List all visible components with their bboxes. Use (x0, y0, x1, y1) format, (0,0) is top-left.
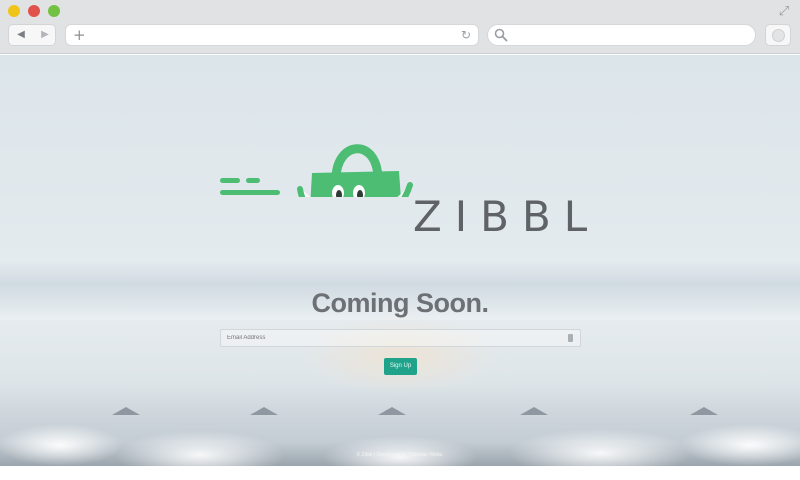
close-window-button[interactable] (28, 5, 40, 17)
browser-toolbar: ⤢ ◀ ▶ + ↻ (0, 0, 800, 54)
speed-line-icon (220, 178, 240, 183)
sun-glow (300, 315, 500, 395)
mountain-peak (378, 407, 406, 415)
plus-icon[interactable]: + (73, 25, 86, 45)
profile-button[interactable] (765, 24, 791, 46)
profile-icon (772, 29, 785, 42)
navigation-buttons: ◀ ▶ (8, 24, 56, 46)
mountain-peak (112, 407, 140, 415)
zoom-window-button[interactable] (48, 5, 60, 17)
minimize-window-button[interactable] (8, 5, 20, 17)
mountain-peak (690, 407, 718, 415)
address-bar[interactable]: + ↻ (65, 24, 479, 46)
speed-line-icon (220, 190, 280, 195)
forward-arrow-icon[interactable]: ▶ (33, 25, 57, 45)
browser-window: ⤢ ◀ ▶ + ↻ ZIBBL Coming Soon. Email Addre… (0, 0, 800, 480)
search-icon (494, 28, 508, 42)
back-arrow-icon[interactable]: ◀ (9, 25, 33, 45)
field-icon (568, 334, 573, 342)
browser-search-field[interactable] (487, 24, 756, 46)
footer-credit: © Zibbl | Developed by Talisman Webs. (356, 452, 444, 458)
mountain-peak (520, 407, 548, 415)
page-title: Coming Soon. (311, 288, 489, 318)
mountain-peak (250, 407, 278, 415)
sign-up-button[interactable]: Sign Up (384, 358, 417, 375)
reload-icon[interactable]: ↻ (461, 25, 471, 45)
expand-icon[interactable]: ⤢ (776, 4, 792, 20)
bottom-margin (0, 466, 800, 480)
speed-line-icon (246, 178, 260, 183)
email-input[interactable] (221, 330, 561, 346)
email-field[interactable] (220, 329, 581, 347)
brand-name: ZIBBL (413, 192, 601, 241)
shopping-bag-logo-icon (220, 144, 413, 197)
